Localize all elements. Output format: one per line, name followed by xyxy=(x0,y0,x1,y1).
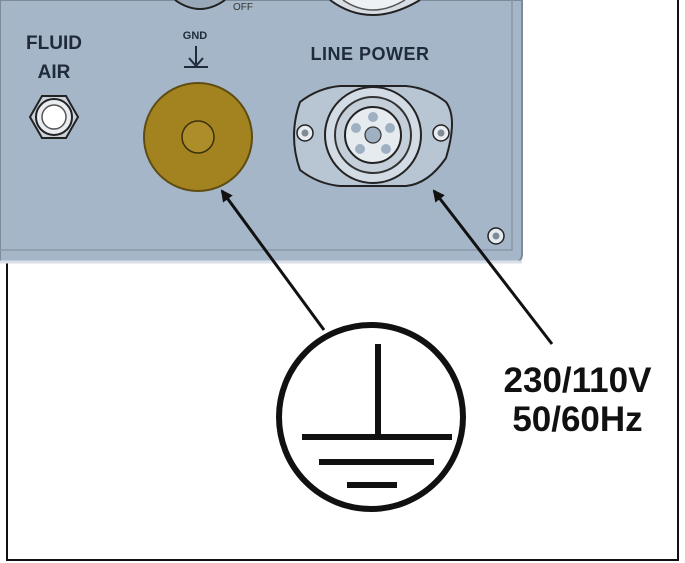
voltage-spec: 230/110V xyxy=(503,361,652,400)
ground-terminal-icon xyxy=(143,82,253,192)
protective-earth-icon xyxy=(276,322,466,512)
diagram-art: OFF xyxy=(0,0,554,512)
frequency-spec: 50/60Hz xyxy=(512,400,643,439)
power-connector-icon xyxy=(293,85,453,187)
diagram: OFF FLUID AIR GND LINE POWER 230/110V 50… xyxy=(0,0,685,563)
screw-icon xyxy=(487,227,505,245)
svg-text:OFF: OFF xyxy=(233,2,253,13)
gnd-label: GND xyxy=(182,30,208,42)
fluid-label: FLUID xyxy=(26,33,82,54)
air-label: AIR xyxy=(37,62,71,83)
line-power-label: LINE POWER xyxy=(310,44,430,64)
